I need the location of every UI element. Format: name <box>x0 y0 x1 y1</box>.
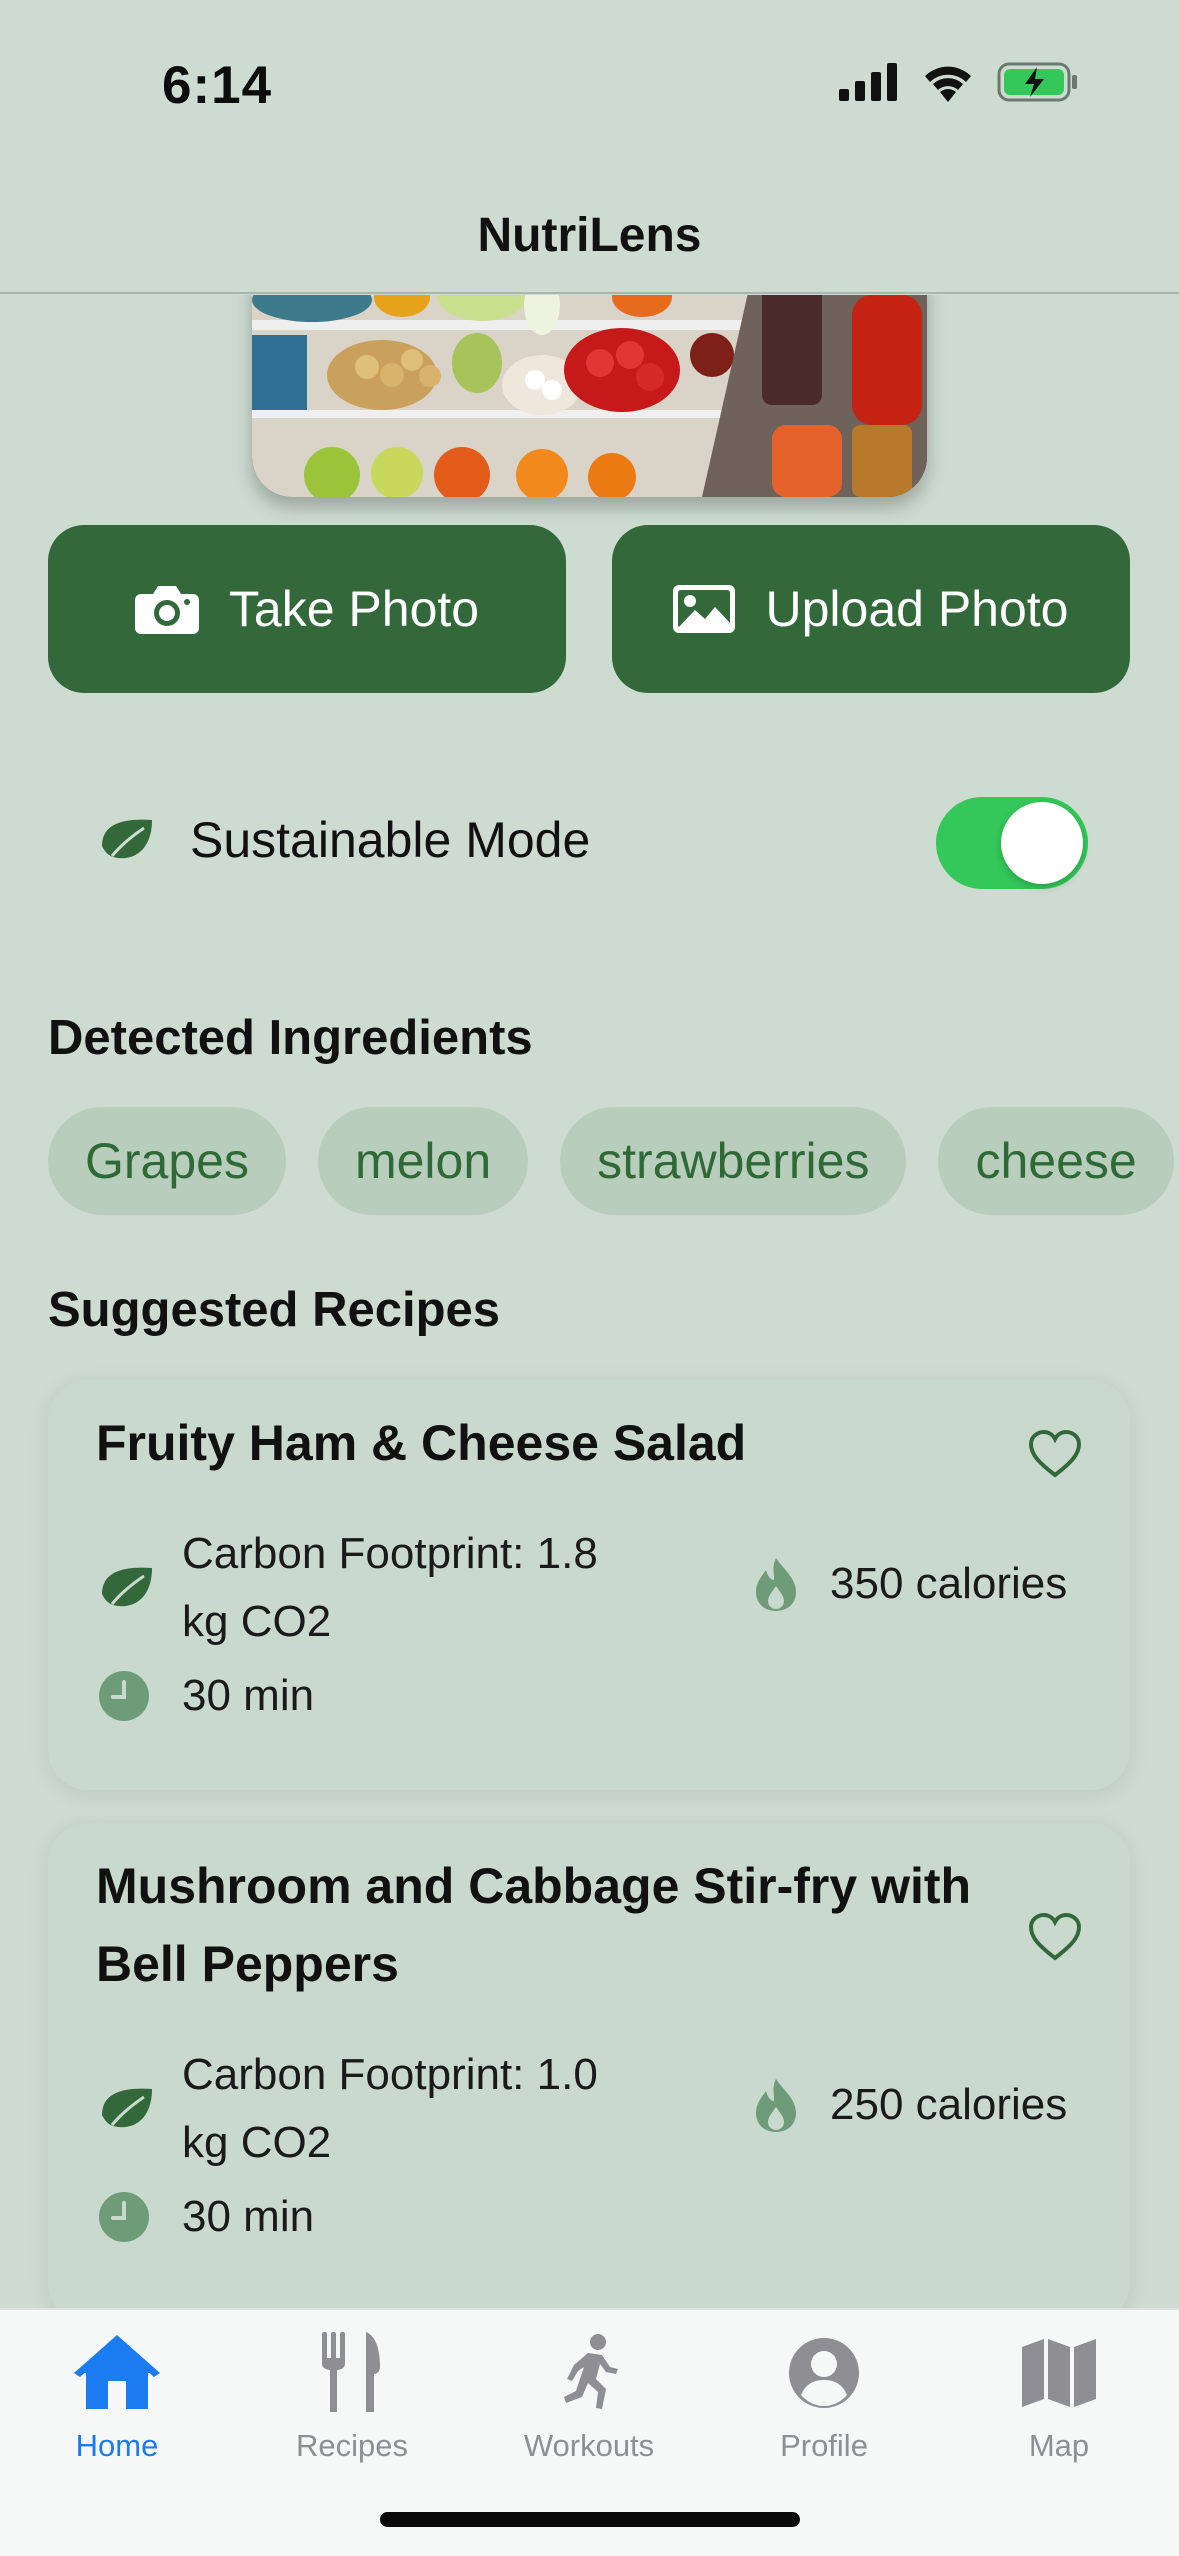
status-bar: 6:14 <box>0 0 1179 180</box>
ingredient-chips[interactable]: Grapes melon strawberries cheese <box>48 1107 1174 1215</box>
map-icon <box>1022 2339 1096 2407</box>
cook-time: 30 min <box>182 1671 315 1720</box>
favorite-heart-icon[interactable] <box>1028 1913 1082 1961</box>
tab-recipes-label: Recipes <box>296 2428 408 2463</box>
camera-icon <box>134 586 199 634</box>
cellular-signal-icon <box>839 63 897 101</box>
ingredient-chip[interactable]: melon <box>317 1107 529 1215</box>
sustainable-mode-row: Sustainable Mode <box>48 775 1130 905</box>
ingredient-chip[interactable]: Grapes <box>48 1107 286 1215</box>
main-scroll-content[interactable]: Take Photo Upload Photo Sustainable Mode… <box>0 295 1179 2308</box>
leaf-icon <box>102 2088 152 2128</box>
tab-profile-label: Profile <box>780 2428 868 2463</box>
fridge-photo <box>252 295 927 497</box>
wifi-icon <box>925 66 971 102</box>
flame-icon <box>756 1558 796 1611</box>
home-indicator[interactable] <box>380 2512 800 2527</box>
app-title: NutriLens <box>477 209 702 262</box>
clock-icon <box>99 1671 149 1721</box>
recipe-card[interactable]: Mushroom and Cabbage Stir-fry with Bell … <box>48 1823 1130 2308</box>
suggested-recipes-heading: Suggested Recipes <box>48 1283 501 1337</box>
tab-recipes[interactable]: Recipes <box>252 2328 452 2464</box>
recipe-card[interactable]: Fruity Ham & Cheese Salad Carbon Footpri… <box>48 1380 1130 1790</box>
status-time: 6:14 <box>162 56 273 115</box>
sustainable-mode-toggle[interactable] <box>936 797 1088 889</box>
tab-profile[interactable]: Profile <box>724 2328 924 2464</box>
ingredient-chip[interactable]: strawberries <box>560 1107 907 1215</box>
person-circle-icon <box>789 2338 859 2408</box>
detected-ingredients-heading: Detected Ingredients <box>48 1011 533 1065</box>
recipe-title: Fruity Ham & Cheese Salad <box>96 1415 747 1471</box>
leaf-icon <box>102 819 152 859</box>
favorite-heart-icon[interactable] <box>1028 1430 1082 1478</box>
flame-icon <box>756 2079 796 2132</box>
tab-map-label: Map <box>1028 2428 1090 2463</box>
running-figure-icon <box>564 2334 618 2409</box>
upload-photo-label: Upload Photo <box>765 581 1069 637</box>
status-icons <box>839 62 1079 102</box>
clock-icon <box>99 2192 149 2242</box>
sustainable-mode-label: Sustainable Mode <box>190 812 591 868</box>
cook-time: 30 min <box>182 2192 315 2241</box>
tab-home-label: Home <box>75 2428 159 2463</box>
upload-photo-button[interactable]: Upload Photo <box>612 525 1130 693</box>
fork-knife-icon <box>322 2332 380 2412</box>
tab-map[interactable]: Map <box>959 2328 1159 2464</box>
recipe-title: Mushroom and Cabbage Stir-fry with Bell … <box>96 1858 972 1992</box>
carbon-footprint: Carbon Footprint: 1.0 kg CO2 <box>182 2050 598 2167</box>
take-photo-button[interactable]: Take Photo <box>48 525 566 693</box>
calories: 250 calories <box>830 2080 1068 2129</box>
navigation-bar: NutriLens <box>0 180 1179 294</box>
photo-icon <box>673 585 736 633</box>
calories: 350 calories <box>830 1559 1068 1608</box>
tab-workouts[interactable]: Workouts <box>489 2328 689 2464</box>
take-photo-label: Take Photo <box>228 581 480 637</box>
tab-workouts-label: Workouts <box>523 2428 655 2463</box>
battery-charging-icon <box>997 62 1077 102</box>
toggle-knob <box>1001 802 1083 884</box>
carbon-footprint: Carbon Footprint: 1.8 kg CO2 <box>182 1529 598 1646</box>
house-icon <box>74 2335 160 2409</box>
leaf-icon <box>102 1567 152 1607</box>
ingredient-chip[interactable]: cheese <box>938 1107 1174 1215</box>
tab-home[interactable]: Home <box>17 2328 217 2464</box>
